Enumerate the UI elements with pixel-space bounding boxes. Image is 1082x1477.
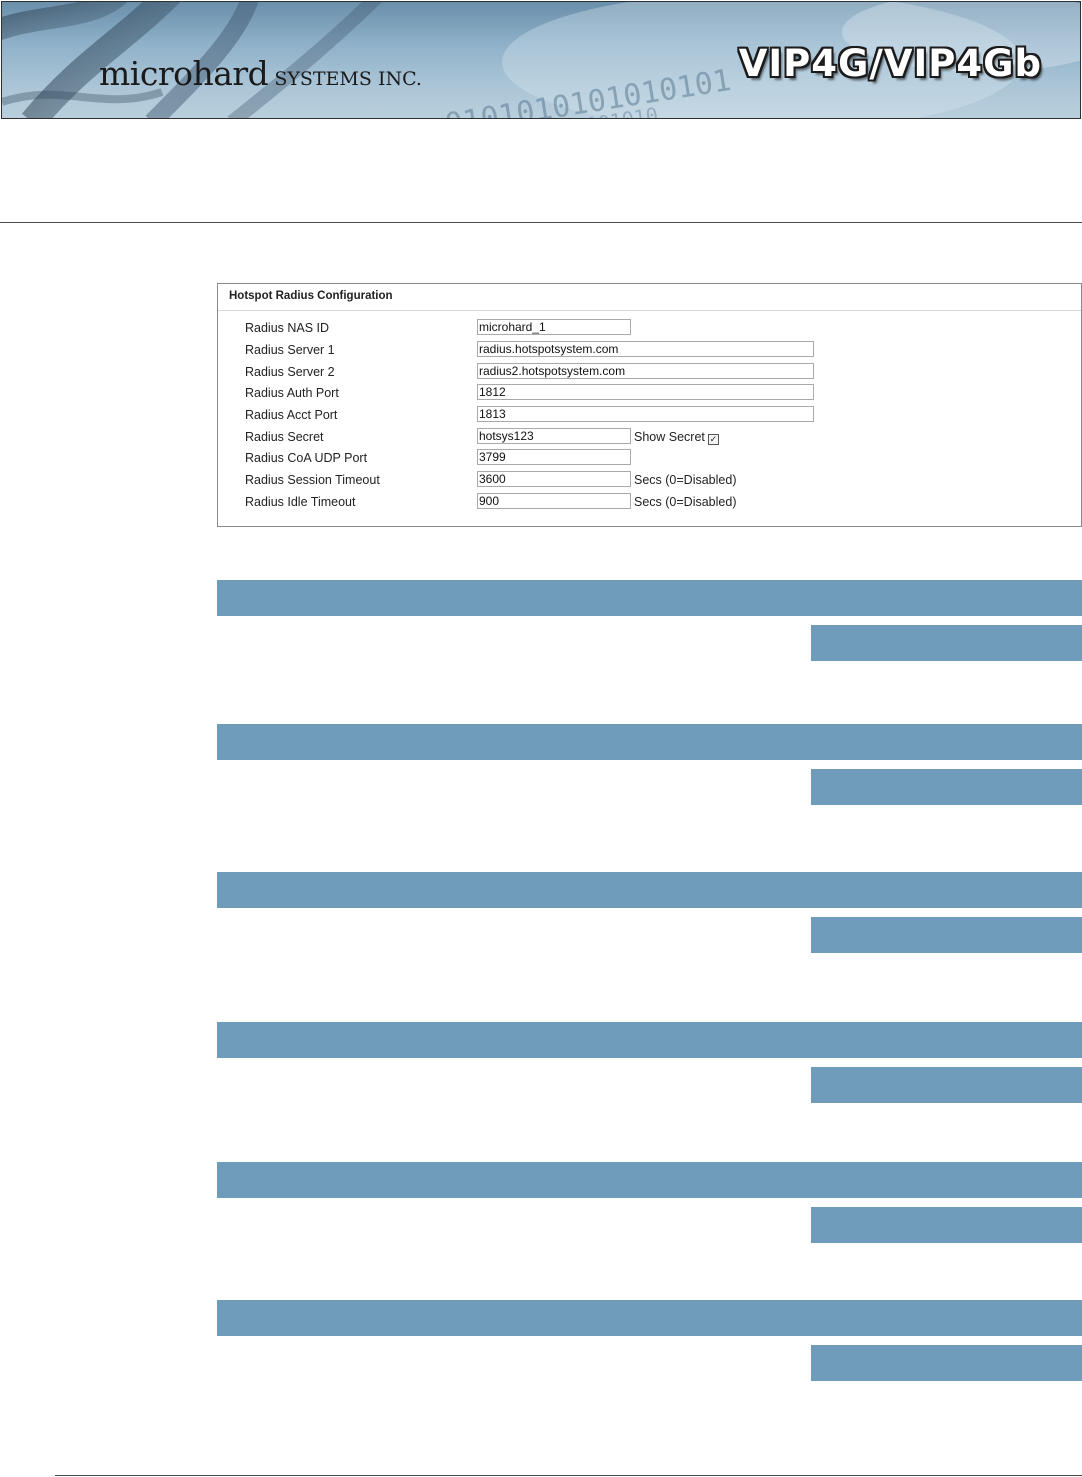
description-header-bar [217, 1162, 1082, 1198]
description-header-bar [217, 1300, 1082, 1336]
field-label: Radius Idle Timeout [245, 495, 356, 509]
field-label: Radius Session Timeout [245, 473, 380, 487]
field-label: Radius Secret [245, 430, 324, 444]
panel-divider [218, 310, 1081, 311]
field-label: Radius CoA UDP Port [245, 451, 368, 465]
field-label: Radius Acct Port [245, 408, 338, 422]
idle-timeout-hint: Secs (0=Disabled) [634, 495, 737, 509]
company-logo: microhard SYSTEMS INC. [99, 54, 422, 93]
radius-session-timeout-input[interactable]: 3600 [477, 471, 631, 487]
radius-coa-udp-port-input[interactable]: 3799 [477, 449, 631, 465]
radius-acct-port-input[interactable]: 1813 [477, 406, 814, 422]
radius-auth-port-input[interactable]: 1812 [477, 384, 814, 400]
radius-nas-id-input[interactable]: microhard_1 [477, 319, 631, 335]
row-radius-acct-port: Radius Acct Port 1813 [218, 406, 1081, 426]
show-secret-control: Show Secret ✓ [634, 430, 719, 445]
description-header-bar [217, 1022, 1082, 1058]
radius-server-2-input[interactable]: radius2.hotspotsystem.com [477, 363, 814, 379]
panel-title: Hotspot Radius Configuration [229, 290, 393, 302]
row-radius-secret: Radius Secret hotsys123 Show Secret ✓ [218, 428, 1081, 448]
description-header-bar [217, 580, 1082, 616]
field-label: Radius Auth Port [245, 386, 339, 400]
radius-secret-input[interactable]: hotsys123 [477, 428, 631, 444]
description-value-bar [811, 1345, 1082, 1381]
session-timeout-hint: Secs (0=Disabled) [634, 473, 737, 487]
row-radius-server-2: Radius Server 2 radius2.hotspotsystem.co… [218, 363, 1081, 383]
row-radius-server-1: Radius Server 1 radius.hotspotsystem.com [218, 341, 1081, 361]
field-label: Radius Server 1 [245, 343, 335, 357]
description-value-bar [811, 917, 1082, 953]
show-secret-label: Show Secret [634, 430, 705, 444]
product-title: VIP4G/VIP4Gb [738, 42, 1042, 85]
field-label: Radius NAS ID [245, 321, 330, 335]
hotspot-radius-config-panel: Hotspot Radius Configuration Radius NAS … [217, 283, 1082, 527]
radius-idle-timeout-input[interactable]: 900 [477, 493, 631, 509]
row-radius-nas-id: Radius NAS ID microhard_1 [218, 319, 1081, 339]
row-radius-session-timeout: Radius Session Timeout 3600 Secs (0=Disa… [218, 471, 1081, 491]
description-value-bar [811, 1207, 1082, 1243]
company-name: microhard [99, 54, 269, 93]
description-header-bar [217, 872, 1082, 908]
row-radius-coa-udp-port: Radius CoA UDP Port 3799 [218, 449, 1081, 469]
header-divider [0, 222, 1082, 223]
footer-divider [55, 1475, 1082, 1476]
header-banner: 0101010101010101 01010101010101010 micro… [1, 1, 1081, 119]
description-value-bar [811, 1067, 1082, 1103]
description-value-bar [811, 625, 1082, 661]
row-radius-idle-timeout: Radius Idle Timeout 900 Secs (0=Disabled… [218, 493, 1081, 513]
row-radius-auth-port: Radius Auth Port 1812 [218, 384, 1081, 404]
company-suffix: SYSTEMS INC. [274, 68, 422, 90]
description-value-bar [811, 769, 1082, 805]
description-header-bar [217, 724, 1082, 760]
radius-server-1-input[interactable]: radius.hotspotsystem.com [477, 341, 814, 357]
show-secret-checkbox[interactable]: ✓ [707, 434, 719, 445]
field-label: Radius Server 2 [245, 365, 335, 379]
